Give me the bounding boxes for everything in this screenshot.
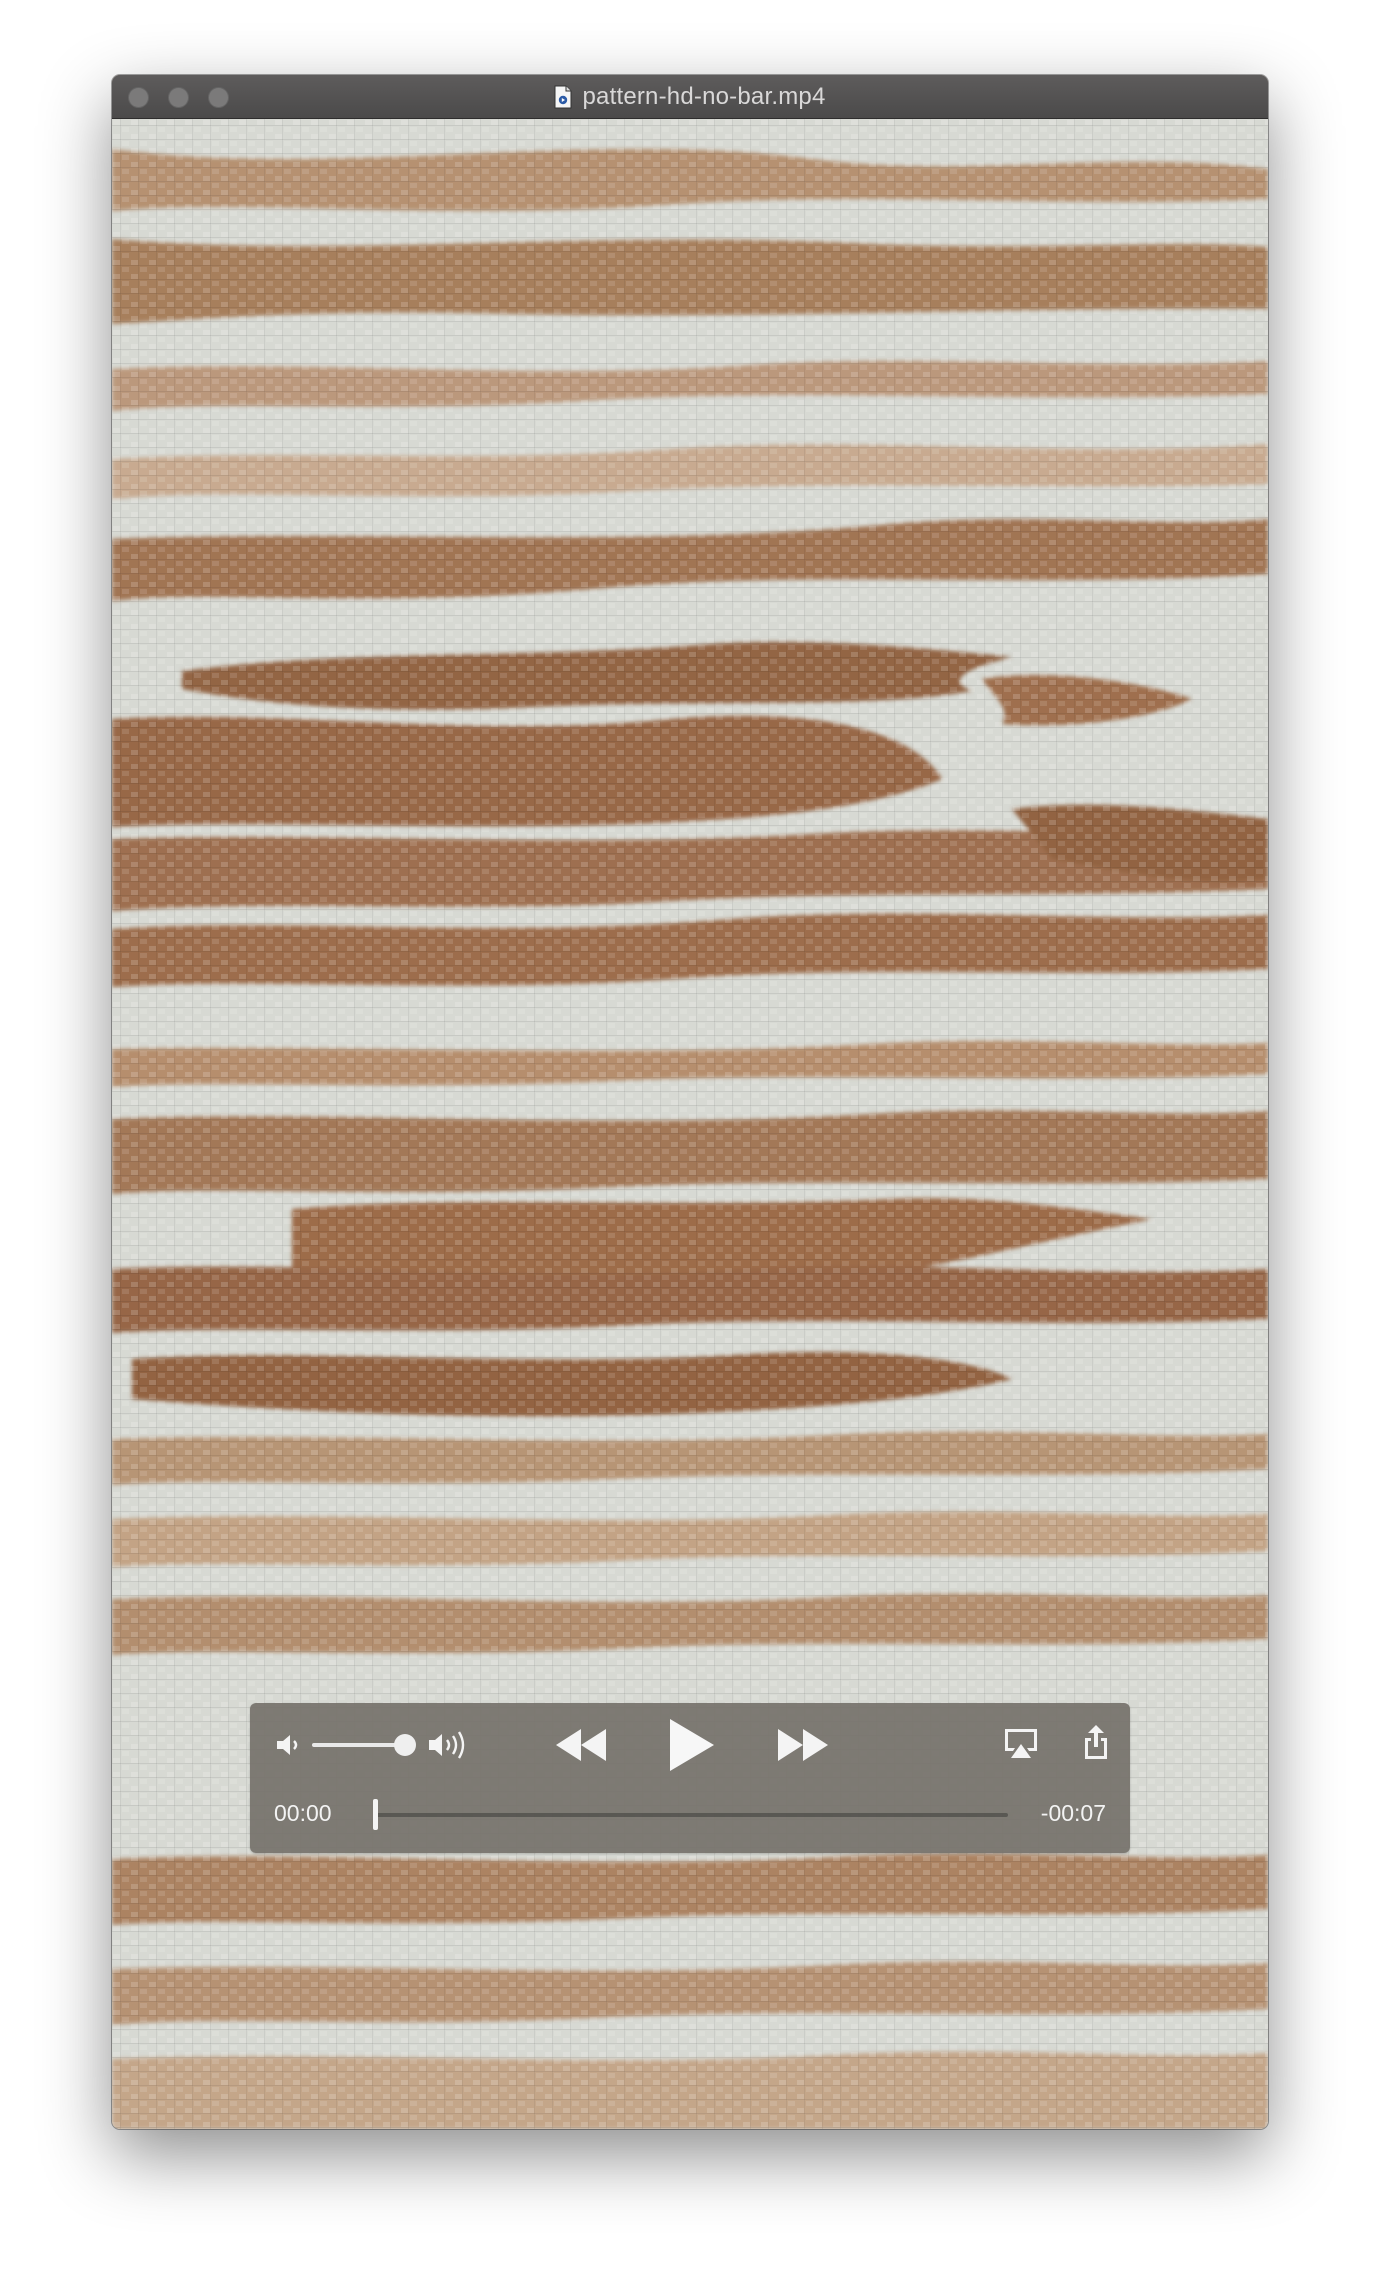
speaker-low-icon[interactable] xyxy=(274,1731,302,1759)
window-title: pattern-hd-no-bar.mp4 xyxy=(582,83,826,110)
volume-slider-knob[interactable] xyxy=(394,1734,416,1756)
window-title-group: pattern-hd-no-bar.mp4 xyxy=(112,75,1268,119)
player-window: pattern-hd-no-bar.mp4 00:00 -00:07 xyxy=(112,75,1268,2129)
speaker-high-icon[interactable] xyxy=(426,1727,472,1763)
airplay-icon[interactable] xyxy=(1002,1727,1040,1761)
volume-slider-track[interactable] xyxy=(312,1743,406,1747)
remaining-time: -00:07 xyxy=(1040,1800,1106,1826)
fast-forward-icon[interactable] xyxy=(776,1725,830,1765)
video-file-icon[interactable] xyxy=(554,85,572,109)
video-frame[interactable]: 00:00 -00:07 xyxy=(112,119,1268,2129)
playback-controls[interactable]: 00:00 -00:07 xyxy=(250,1703,1130,1853)
rewind-icon[interactable] xyxy=(554,1725,608,1765)
title-bar[interactable]: pattern-hd-no-bar.mp4 xyxy=(112,75,1268,119)
play-icon[interactable] xyxy=(664,1715,718,1775)
scrubber-track[interactable] xyxy=(376,1813,1008,1817)
scrubber-playhead[interactable] xyxy=(373,1799,378,1830)
share-icon[interactable] xyxy=(1082,1723,1110,1761)
elapsed-time: 00:00 xyxy=(274,1800,332,1826)
